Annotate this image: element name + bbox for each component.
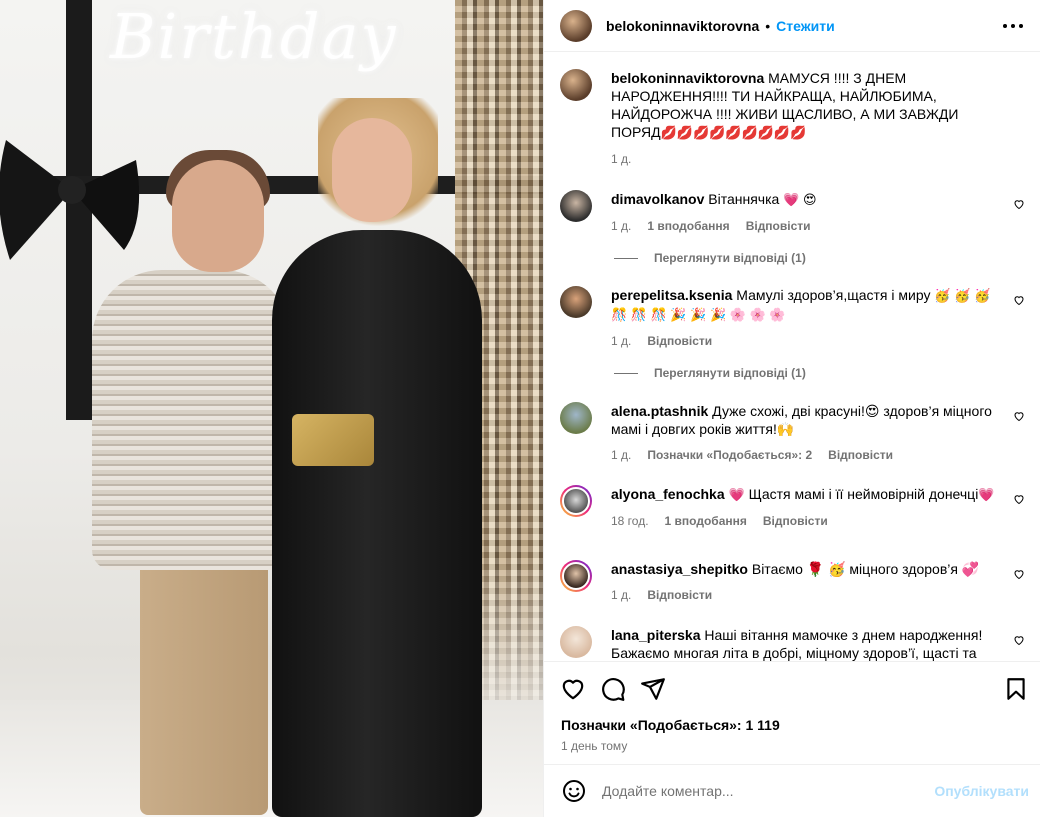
bow-icon [0, 140, 140, 260]
reply-button[interactable]: Відповісти [828, 446, 893, 464]
comment-time[interactable]: 1 д. [611, 332, 631, 350]
comment: alyona_fenochka 💗 Щастя мамі і її неймов… [560, 485, 1025, 530]
author-avatar[interactable] [560, 9, 592, 42]
caption-avatar[interactable] [560, 69, 592, 101]
reply-button[interactable]: Відповісти [647, 586, 712, 604]
gold-clutch [292, 414, 374, 466]
view-replies-label: Переглянути відповіді (1) [654, 366, 806, 380]
separator-dot: • [765, 17, 771, 34]
comment-avatar[interactable] [560, 402, 592, 434]
caption-emoji: 💋💋💋💋💋💋💋💋💋 [660, 125, 807, 140]
comment: dimavolkanov Вітаннячка 💗 😍 1 д. 1 вподо… [560, 190, 1025, 235]
comment-time[interactable]: 1 д. [611, 446, 631, 464]
person-left-jacket [92, 270, 292, 570]
comment-time[interactable]: 18 год. [611, 512, 649, 530]
comment: perepelitsa.ksenia Мамулі здоров’я,щастя… [560, 286, 1025, 350]
person-left-face [172, 160, 264, 272]
comment-likes[interactable]: 1 вподобання [647, 217, 729, 235]
more-horizontal-icon[interactable] [1002, 23, 1024, 29]
comment: lana_piterska Наші вітання мамочке з дне… [560, 626, 1025, 661]
comment-avatar[interactable] [560, 560, 592, 592]
comments-list[interactable]: belokoninnaviktorovna МАМУСЯ !!!! З ДНЕМ… [544, 53, 1040, 661]
post-photo[interactable]: Birthday [0, 0, 543, 817]
person-right-face [332, 118, 412, 222]
comment-composer: Опублікувати [544, 764, 1040, 817]
comment-emoji: 💗 😍 [783, 192, 817, 207]
like-comment-icon[interactable] [1013, 634, 1025, 646]
heart-icon[interactable] [560, 676, 586, 702]
comment: alena.ptashnik Дуже схожі, дві красуні!😍… [560, 402, 1025, 464]
person-right-dress [272, 230, 482, 817]
comment-emoji-before: 💗 [728, 487, 745, 502]
action-bar [544, 661, 1040, 715]
view-replies-button[interactable]: Переглянути відповіді (1) [614, 366, 1025, 380]
follow-button[interactable]: Стежити [776, 18, 835, 34]
send-icon[interactable] [640, 676, 666, 702]
caption: belokoninnaviktorovna МАМУСЯ !!!! З ДНЕМ… [560, 69, 1025, 168]
smiley-icon[interactable] [562, 779, 586, 803]
comment-username[interactable]: dimavolkanov [611, 191, 704, 207]
comment-avatar[interactable] [560, 485, 592, 517]
comment-emoji: 💗 [978, 487, 995, 502]
bookmark-icon[interactable] [1003, 676, 1029, 702]
comment-avatar[interactable] [560, 286, 592, 318]
comment-likes[interactable]: Позначки «Подобається»: 2 [647, 446, 812, 464]
reply-button[interactable]: Відповісти [763, 512, 828, 530]
neon-sign: Birthday [110, 0, 398, 73]
comment-avatar[interactable] [560, 626, 592, 658]
post-button[interactable]: Опублікувати [934, 783, 1029, 799]
comment-icon[interactable] [600, 676, 626, 702]
like-comment-icon[interactable] [1013, 410, 1025, 422]
view-replies-line [614, 257, 638, 259]
comment-username[interactable]: lana_piterska [611, 627, 701, 643]
post-header: belokoninnaviktorovna • Стежити [544, 0, 1040, 52]
like-comment-icon[interactable] [1013, 198, 1025, 210]
comment-text: Щастя мамі і її неймовірній донечці [748, 486, 979, 502]
caption-text: belokoninnaviktorovna МАМУСЯ !!!! З ДНЕМ… [611, 69, 996, 142]
comment-text: Вітаємо 🌹 🥳 міцного здоров’я 💞 [751, 561, 980, 577]
comment-likes[interactable]: 1 вподобання [665, 512, 747, 530]
reply-button[interactable]: Відповісти [746, 217, 811, 235]
author-username[interactable]: belokoninnaviktorovna [606, 18, 759, 34]
comment-time[interactable]: 1 д. [611, 586, 631, 604]
like-comment-icon[interactable] [1013, 493, 1025, 505]
like-comment-icon[interactable] [1013, 568, 1025, 580]
comment-text: Мамулі здоров’я,щастя і миру [736, 287, 931, 303]
comment-username[interactable]: perepelitsa.ksenia [611, 287, 732, 303]
comment-username[interactable]: anastasiya_shepitko [611, 561, 748, 577]
caption-username[interactable]: belokoninnaviktorovna [611, 70, 764, 86]
comment-time[interactable]: 1 д. [611, 217, 631, 235]
comment-username[interactable]: alyona_fenochka [611, 486, 725, 502]
view-replies-label: Переглянути відповіді (1) [654, 251, 806, 265]
view-replies-line [614, 372, 638, 374]
comment-input[interactable] [602, 783, 935, 799]
comment-text: Вітаннячка [708, 191, 780, 207]
likes-count[interactable]: Позначки «Подобається»: 1 119 [561, 717, 780, 733]
view-replies-button[interactable]: Переглянути відповіді (1) [614, 251, 1025, 265]
posted-time[interactable]: 1 день тому [561, 739, 627, 753]
caption-time[interactable]: 1 д. [611, 150, 631, 168]
comment: anastasiya_shepitko Вітаємо 🌹 🥳 міцного … [560, 560, 1025, 604]
comment-avatar[interactable] [560, 190, 592, 222]
reply-button[interactable]: Відповісти [647, 332, 712, 350]
like-comment-icon[interactable] [1013, 294, 1025, 306]
comment-username[interactable]: alena.ptashnik [611, 403, 708, 419]
post-sidebar: belokoninnaviktorovna • Стежити belokoni… [543, 0, 1040, 817]
